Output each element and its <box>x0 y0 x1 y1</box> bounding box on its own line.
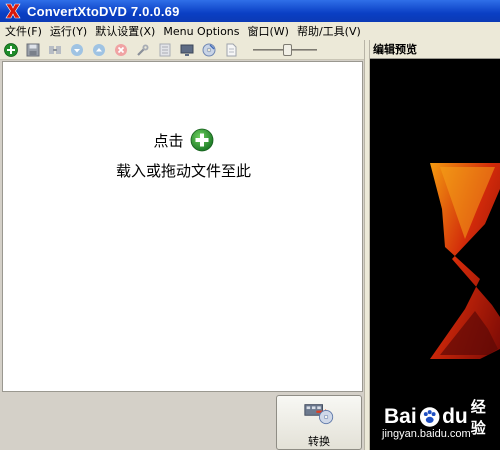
click-hint: 点击 <box>3 128 364 152</box>
x-logo-icon <box>5 3 21 19</box>
merge-button[interactable] <box>47 42 63 58</box>
window-title: ConvertXtoDVD 7.0.0.69 <box>27 3 180 19</box>
settings-icon <box>137 44 149 56</box>
paw-icon <box>419 407 440 427</box>
disc-icon <box>202 43 216 56</box>
menu-help-tools[interactable]: 帮助/工具(V) <box>294 23 364 39</box>
zoom-slider[interactable] <box>253 42 317 58</box>
baidu-watermark: Bai du 经验 jingyan.baidu.com <box>378 392 500 450</box>
merge-icon <box>49 45 61 54</box>
menu-file[interactable]: 文件(F) <box>2 23 45 39</box>
watermark-url: jingyan.baidu.com <box>382 428 471 440</box>
move-down-icon <box>71 43 83 56</box>
chapters-button[interactable] <box>157 42 173 58</box>
document-button[interactable] <box>223 42 239 58</box>
toolbar <box>0 40 368 60</box>
convert-button[interactable]: 转换 <box>276 395 362 450</box>
delete-button[interactable] <box>113 42 129 58</box>
convert-icon <box>304 404 334 425</box>
file-drop-area[interactable]: 点击 载入或拖动文件至此 <box>2 61 363 392</box>
menu-default-settings[interactable]: 默认设置(X) <box>92 23 158 39</box>
menu-window[interactable]: 窗口(W) <box>245 23 292 39</box>
drag-hint: 载入或拖动文件至此 <box>115 162 251 180</box>
move-up-button[interactable] <box>91 42 107 58</box>
menu-run[interactable]: 运行(Y) <box>47 23 90 39</box>
add-button[interactable] <box>3 42 19 58</box>
bottom-bar: 转换 <box>0 392 368 450</box>
move-down-button[interactable] <box>69 42 85 58</box>
click-hint-text: 点击 <box>153 131 184 150</box>
add-icon <box>4 42 18 57</box>
document-icon <box>226 43 237 56</box>
chapters-icon <box>159 43 171 56</box>
zoom-slider-thumb[interactable] <box>283 43 293 56</box>
monitor-button[interactable] <box>179 42 195 58</box>
save-icon <box>26 43 40 56</box>
title-bar: ConvertXtoDVD 7.0.0.69 <box>0 0 500 22</box>
move-up-icon <box>93 43 105 56</box>
preview-panel: 编辑预览 <box>370 40 500 450</box>
delete-icon <box>115 43 127 56</box>
convert-label: 转换 <box>308 435 330 448</box>
preview-header: 编辑预览 <box>370 40 500 59</box>
settings-button[interactable] <box>135 42 151 58</box>
menu-menu-options[interactable]: Menu Options <box>160 25 242 38</box>
save-button[interactable] <box>25 42 41 58</box>
disc-button[interactable] <box>201 42 217 58</box>
menu-bar: 文件(F) 运行(Y) 默认设置(X) Menu Options 窗口(W) 帮… <box>0 22 500 40</box>
add-file-icon[interactable] <box>190 128 214 152</box>
monitor-icon <box>180 44 194 56</box>
